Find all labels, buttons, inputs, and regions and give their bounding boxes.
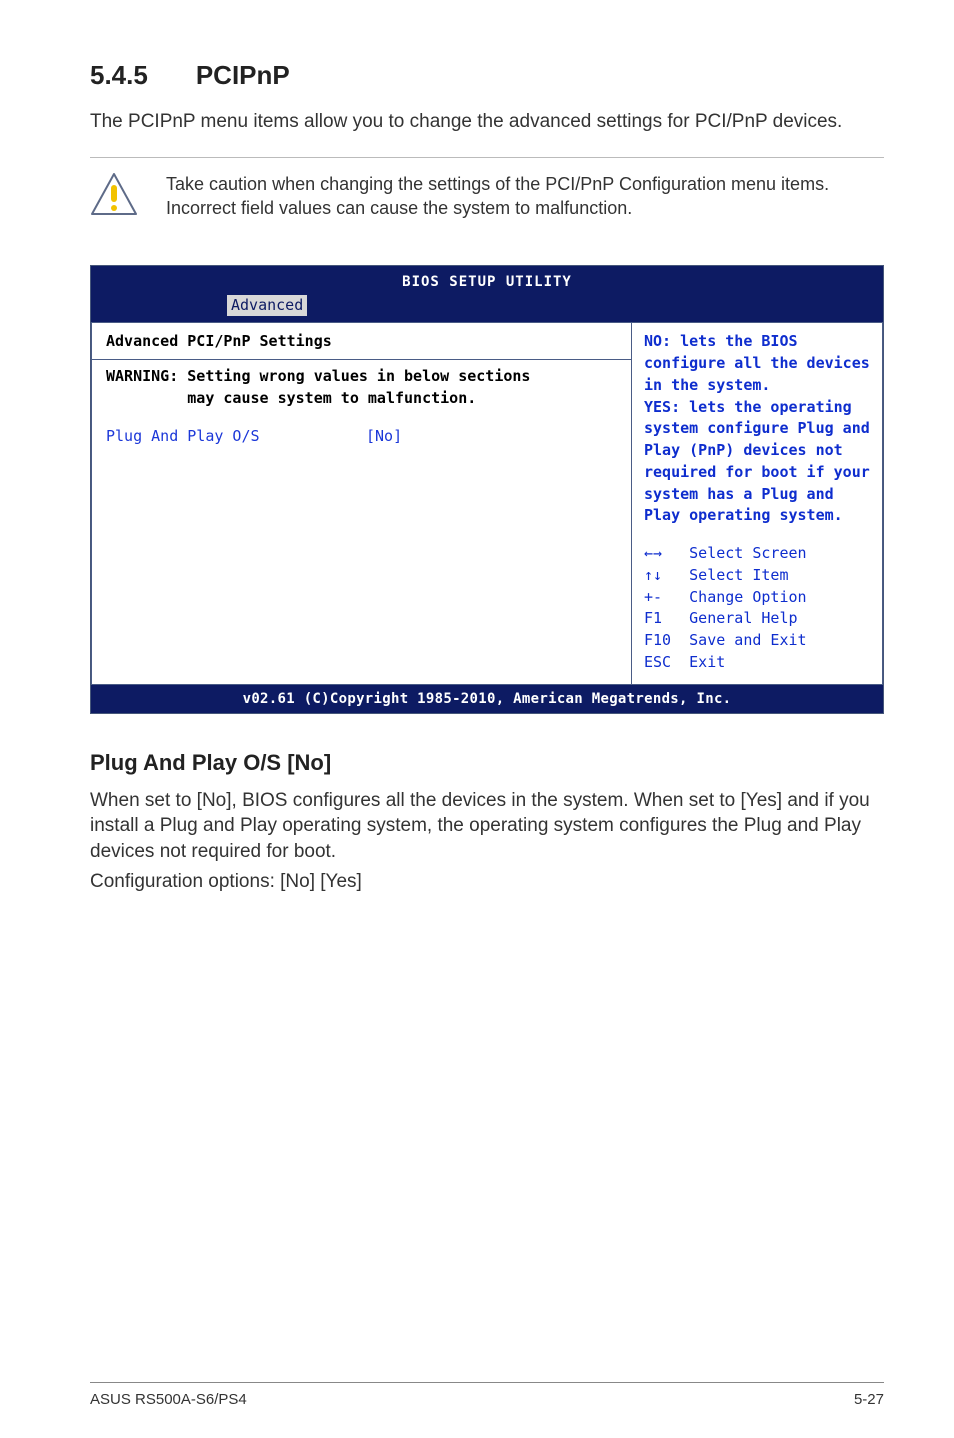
- bios-left-pane: Advanced PCI/PnP Settings WARNING: Setti…: [91, 322, 631, 684]
- bios-body: Advanced PCI/PnP Settings WARNING: Setti…: [91, 322, 883, 684]
- section-title: PCIPnP: [196, 60, 290, 91]
- subsection-para-1: When set to [No], BIOS configures all th…: [90, 788, 884, 865]
- bios-help-text: NO: lets the BIOS configure all the devi…: [644, 331, 870, 527]
- subsection-heading: Plug And Play O/S [No]: [90, 750, 884, 776]
- bios-pane-heading: Advanced PCI/PnP Settings: [106, 331, 617, 353]
- bios-tab-advanced: Advanced: [227, 295, 307, 317]
- bios-right-pane: NO: lets the BIOS configure all the devi…: [631, 322, 883, 684]
- subsection-para-2: Configuration options: [No] [Yes]: [90, 869, 884, 895]
- section-header: 5.4.5 PCIPnP: [90, 60, 884, 91]
- caution-icon: [90, 172, 138, 218]
- bios-screenshot: BIOS SETUP UTILITY Advanced Advanced PCI…: [90, 265, 884, 714]
- bios-warning: WARNING: Setting wrong values in below s…: [106, 366, 617, 410]
- bios-setting-value: [No]: [366, 426, 402, 448]
- bios-tabs: Advanced: [101, 295, 873, 317]
- page-footer: ASUS RS500A-S6/PS4 5-27: [90, 1382, 884, 1408]
- section-number: 5.4.5: [90, 60, 148, 91]
- footer-product: ASUS RS500A-S6/PS4: [90, 1391, 247, 1408]
- bios-title: BIOS SETUP UTILITY: [101, 272, 873, 292]
- bios-footer: v02.61 (C)Copyright 1985-2010, American …: [91, 685, 883, 713]
- bios-header: BIOS SETUP UTILITY Advanced: [91, 266, 883, 322]
- bios-setting-row: Plug And Play O/S [No]: [106, 426, 617, 448]
- caution-note: Take caution when changing the settings …: [90, 157, 884, 230]
- footer-page-number: 5-27: [854, 1391, 884, 1408]
- section-intro: The PCIPnP menu items allow you to chang…: [90, 109, 884, 135]
- bios-divider: [92, 359, 631, 360]
- bios-key-legend: ←→ Select Screen ↑↓ Select Item +- Chang…: [644, 543, 870, 674]
- caution-text: Take caution when changing the settings …: [166, 172, 884, 221]
- bios-setting-label: Plug And Play O/S: [106, 426, 366, 448]
